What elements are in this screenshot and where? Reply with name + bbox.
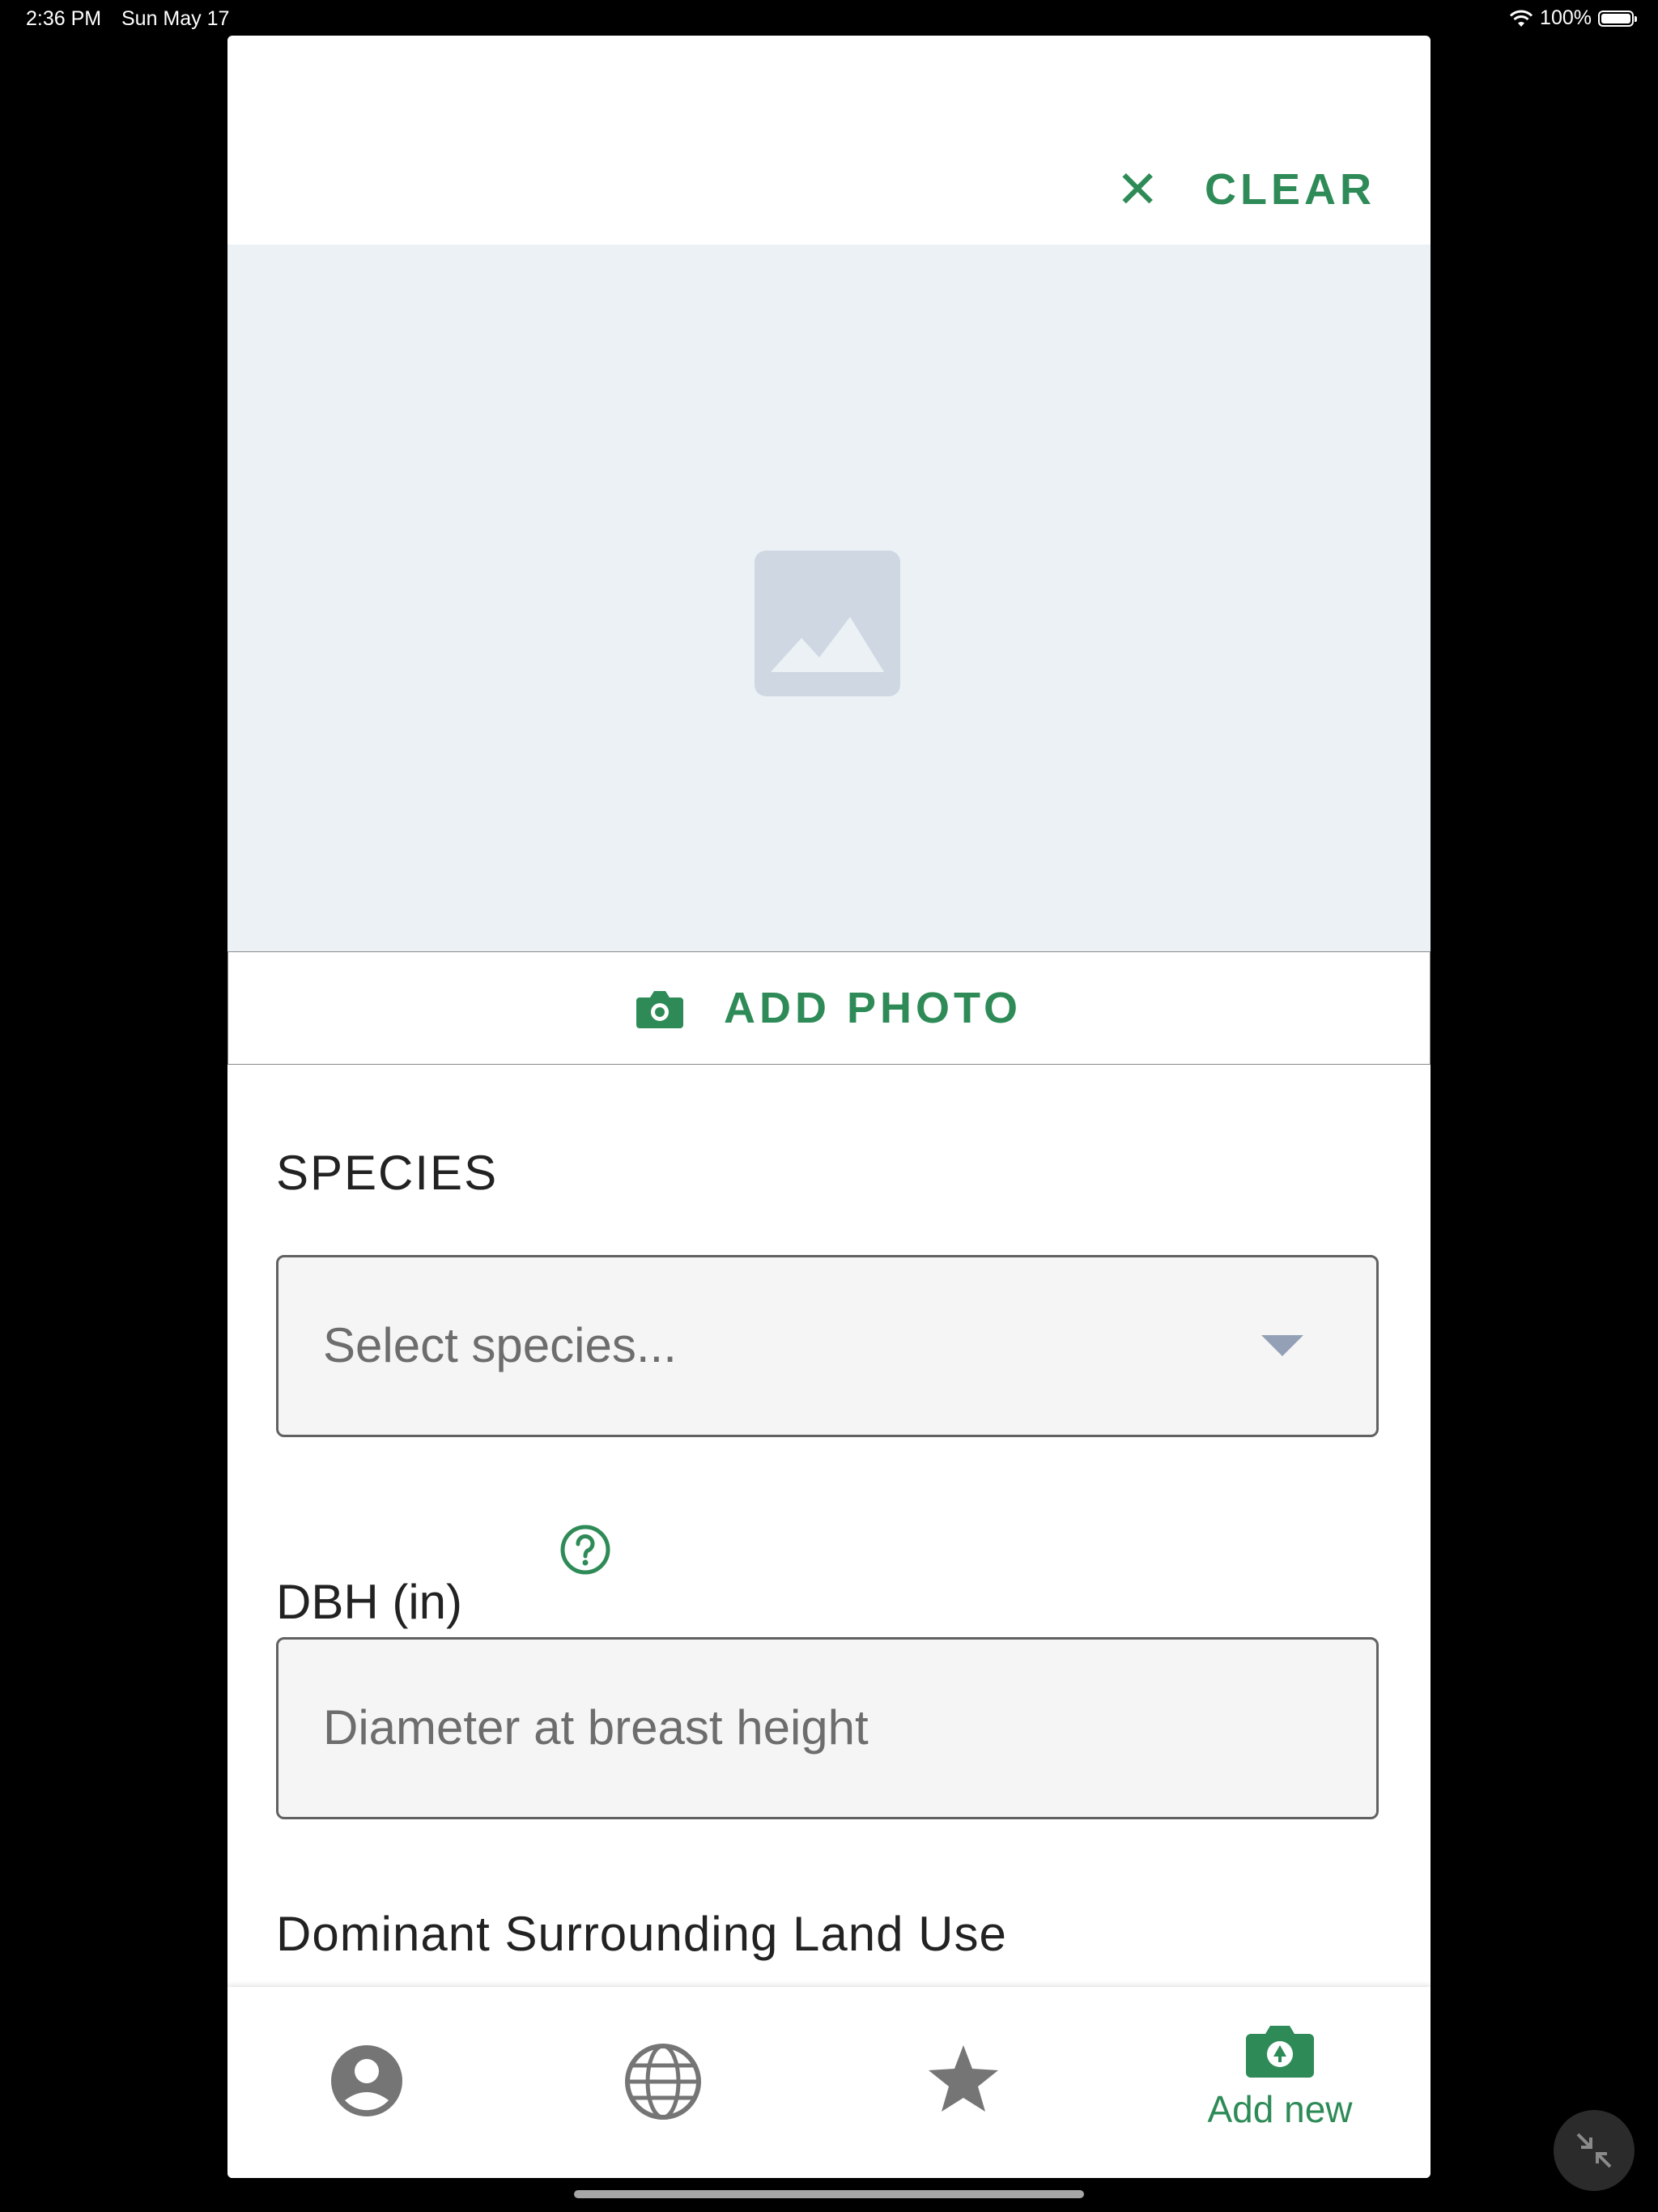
collapse-arrows-icon bbox=[1576, 2133, 1612, 2168]
add-photo-label: ADD PHOTO bbox=[723, 984, 1022, 1032]
photo-preview bbox=[227, 245, 1431, 952]
globe-icon bbox=[625, 2044, 701, 2120]
camera-tree-icon bbox=[1246, 2026, 1314, 2078]
tab-add-new[interactable]: Add new bbox=[1191, 1987, 1353, 2178]
camera-icon bbox=[636, 991, 683, 1028]
collapse-button[interactable] bbox=[1554, 2110, 1635, 2191]
sheet-header: ✕ CLEAR bbox=[227, 36, 1431, 245]
dbh-placeholder: Diameter at breast height bbox=[323, 1700, 869, 1755]
clear-button[interactable]: ✕ CLEAR bbox=[1116, 149, 1375, 230]
chevron-down-icon bbox=[1261, 1335, 1303, 1356]
battery-percent: 100% bbox=[1540, 6, 1592, 29]
home-indicator bbox=[574, 2190, 1084, 2198]
battery-icon bbox=[1598, 10, 1637, 27]
species-label: SPECIES bbox=[276, 1146, 499, 1200]
tab-profile[interactable] bbox=[297, 1987, 459, 2178]
close-icon: ✕ bbox=[1116, 160, 1159, 219]
status-right: 100% bbox=[1509, 6, 1637, 30]
tab-add-new-label: Add new bbox=[1207, 2088, 1353, 2130]
status-bar: 2:36 PM Sun May 17 100% bbox=[0, 0, 1658, 39]
dbh-label: DBH (in) bbox=[276, 1575, 463, 1629]
star-icon bbox=[929, 2045, 998, 2112]
status-date: Sun May 17 bbox=[121, 7, 230, 30]
tab-map[interactable] bbox=[596, 1987, 758, 2178]
add-tree-sheet: ✕ CLEAR ADD PHOTO SPECIES Select species… bbox=[227, 36, 1431, 2178]
species-placeholder: Select species... bbox=[323, 1318, 677, 1372]
help-icon[interactable] bbox=[559, 1524, 611, 1576]
profile-icon bbox=[331, 2045, 402, 2116]
clear-label: CLEAR bbox=[1205, 165, 1375, 214]
dbh-input[interactable]: Diameter at breast height bbox=[276, 1637, 1379, 1819]
status-time: 2:36 PM bbox=[26, 7, 102, 30]
wifi-icon bbox=[1509, 10, 1533, 27]
tab-bar: Add new bbox=[227, 1987, 1431, 2178]
tab-favorites[interactable] bbox=[896, 1987, 1058, 2178]
image-placeholder-icon bbox=[755, 551, 900, 696]
add-photo-button[interactable]: ADD PHOTO bbox=[227, 951, 1431, 1065]
land-use-label: Dominant Surrounding Land Use bbox=[276, 1907, 1007, 1961]
species-select[interactable]: Select species... bbox=[276, 1255, 1379, 1437]
